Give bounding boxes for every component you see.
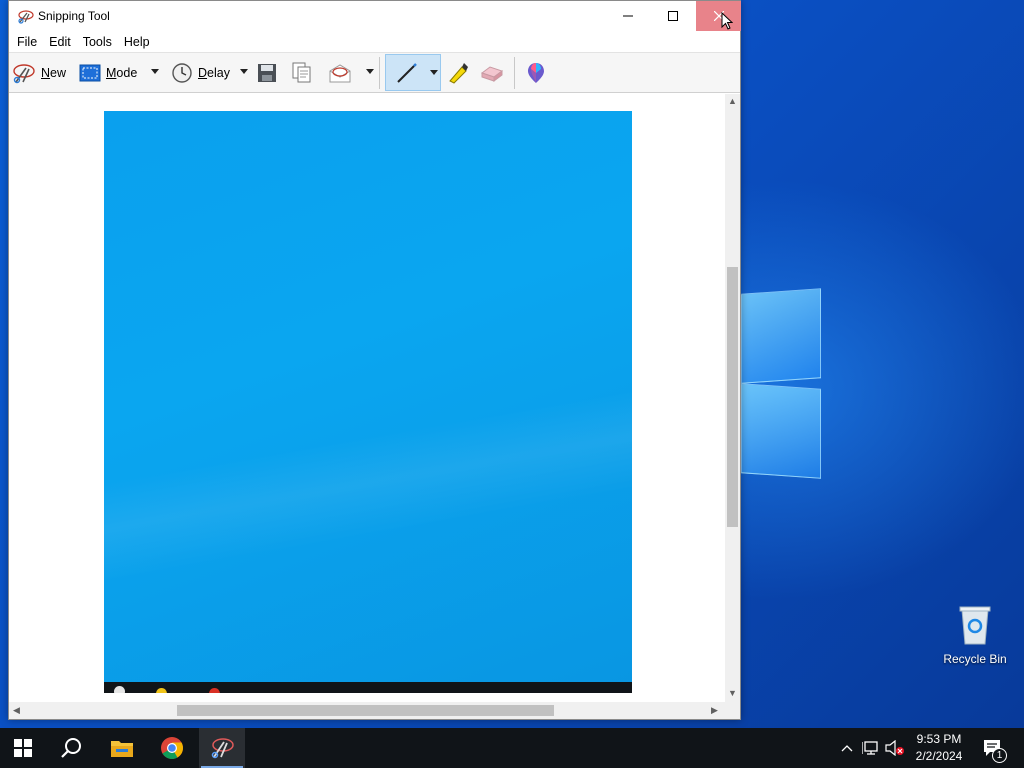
start-icon (14, 739, 32, 757)
recycle-bin-label: Recycle Bin (943, 652, 1007, 666)
network-button[interactable] (860, 728, 882, 768)
recycle-bin-icon (957, 604, 993, 646)
snipping-tool-icon (211, 738, 234, 759)
captured-icon (209, 688, 220, 693)
scroll-right-arrow-icon[interactable]: ▶ (711, 705, 718, 716)
maximize-icon (667, 11, 678, 21)
delay-button[interactable]: Delay (171, 55, 230, 91)
resize-grip[interactable] (725, 702, 740, 719)
start-button[interactable] (0, 728, 46, 768)
snipping-tool-taskbar-button[interactable] (199, 728, 245, 768)
pen-tool-group (385, 54, 441, 91)
window-title: Snipping Tool (38, 9, 110, 23)
menu-help[interactable]: Help (118, 35, 156, 49)
send-email-icon (329, 64, 351, 83)
search-button[interactable] (48, 728, 94, 768)
send-dropdown-arrow[interactable] (366, 69, 374, 74)
captured-icon (114, 686, 125, 693)
toolbar: New Mode Delay (9, 52, 740, 93)
scroll-down-arrow-icon[interactable]: ▼ (728, 688, 737, 698)
menu-file[interactable]: File (11, 35, 43, 49)
chevron-up-icon (841, 745, 853, 752)
file-explorer-button[interactable] (99, 728, 145, 768)
network-icon (862, 741, 878, 755)
action-center-button[interactable]: 1 (978, 728, 1008, 768)
taskbar: 9:53 PM 2/2/2024 1 (0, 728, 1024, 768)
delay-label: Delay (198, 66, 230, 80)
scroll-left-arrow-icon[interactable]: ◀ (13, 705, 20, 716)
mode-button[interactable]: Mode (79, 55, 137, 91)
new-snip-icon (13, 64, 35, 84)
rectangle-mode-icon (79, 64, 101, 82)
pen-button[interactable] (395, 61, 419, 88)
horizontal-scrollbar[interactable]: ◀ ▶ (9, 702, 725, 719)
highlighter-icon (449, 63, 468, 84)
copy-icon (292, 62, 311, 83)
volume-button[interactable] (884, 728, 906, 768)
file-explorer-icon (111, 741, 133, 757)
vertical-scroll-thumb[interactable] (727, 267, 738, 527)
menu-bar: File Edit Tools Help (9, 32, 740, 52)
recycle-bin[interactable]: Recycle Bin (940, 600, 1010, 666)
save-icon (258, 64, 276, 82)
vertical-scrollbar[interactable]: ▲ ▼ (725, 94, 740, 702)
captured-icon (156, 688, 167, 693)
clock-icon (172, 63, 192, 83)
snipping-tool-app-icon (17, 8, 35, 24)
mode-label: Mode (106, 66, 138, 80)
chrome-icon (161, 737, 183, 759)
chrome-button[interactable] (149, 728, 195, 768)
volume-muted-icon (885, 740, 904, 756)
captured-screenshot (104, 111, 632, 693)
mode-dropdown-arrow[interactable] (151, 69, 159, 74)
menu-edit[interactable]: Edit (43, 35, 77, 49)
save-button[interactable] (257, 55, 277, 91)
show-hidden-icons-button[interactable] (838, 728, 856, 768)
title-bar[interactable]: Snipping Tool (9, 1, 741, 32)
eraser-icon (480, 66, 504, 82)
snip-canvas (9, 94, 725, 702)
send-snip-button[interactable] (328, 55, 352, 91)
windows-logo-pane-top (741, 288, 821, 384)
clock-time: 9:53 PM (916, 732, 962, 746)
eraser-button[interactable] (480, 55, 504, 91)
notification-count-badge: 1 (992, 748, 1007, 763)
pen-icon (397, 63, 417, 83)
toolbar-separator-2 (514, 57, 515, 89)
highlighter-button[interactable] (446, 55, 470, 91)
clock-date: 2/2/2024 (915, 749, 963, 763)
new-button[interactable]: New (12, 55, 66, 91)
new-label: New (41, 66, 67, 80)
captured-taskbar (104, 682, 632, 693)
windows-logo-pane-bottom (741, 383, 821, 479)
snipping-tool-window: Snipping Tool File Edit Tools Help New M… (8, 0, 741, 720)
system-clock[interactable]: 9:53 PM 2/2/2024 (908, 731, 970, 765)
search-icon (61, 738, 81, 758)
menu-tools[interactable]: Tools (77, 35, 118, 49)
delay-dropdown-arrow[interactable] (240, 69, 248, 74)
pen-dropdown-arrow[interactable] (430, 70, 438, 75)
scroll-up-arrow-icon[interactable]: ▲ (728, 96, 737, 106)
toolbar-separator (379, 57, 380, 89)
minimize-icon (622, 15, 633, 17)
minimize-button[interactable] (605, 1, 650, 31)
mouse-cursor-icon (721, 12, 733, 30)
horizontal-scroll-thumb[interactable] (177, 705, 554, 716)
paint3d-icon (528, 63, 544, 83)
edit-with-paint3d-button[interactable] (525, 55, 547, 91)
copy-button[interactable] (292, 55, 312, 91)
close-button[interactable] (696, 1, 741, 31)
maximize-button[interactable] (650, 1, 695, 31)
